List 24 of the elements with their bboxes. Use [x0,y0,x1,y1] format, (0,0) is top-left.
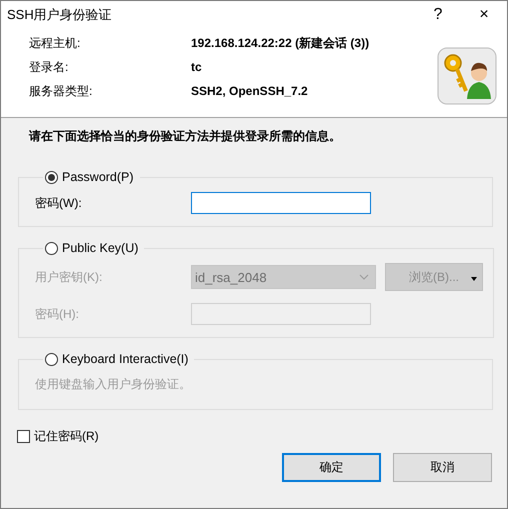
instruction-text: 请在下面选择恰当的身份验证方法并提供登录所需的信息。 [29,129,341,143]
info-value: tc [191,59,203,76]
method-label[interactable]: Password(P) [62,170,134,184]
info-label: 远程主机: [29,35,82,52]
dialog-button[interactable]: 取消 [393,453,492,482]
info-value: 192.168.124.22:22 (新建会话 (3)) [191,35,370,52]
radio-button[interactable] [45,170,58,184]
key-user-icon [437,47,497,105]
field-label: 密码(H): [35,306,80,322]
chevron-down-icon [359,274,369,280]
remember-checkbox[interactable]: 记住密码(R) [17,428,99,445]
field-label: 用户密钥(K): [35,268,104,286]
method-description: 使用键盘输入用户身份验证。 [35,376,192,393]
info-label: 服务器类型: [29,83,94,100]
window-title: SSH用户身份验证 [7,6,113,24]
info-value: SSH2, OpenSSH_7.2 [191,83,309,100]
dialog-button[interactable]: 确定 [282,453,381,482]
info-label: 登录名: [29,59,70,76]
checkbox[interactable] [17,430,30,443]
field-label: 密码(W): [35,194,83,212]
help-button[interactable]: ? [415,1,461,29]
close-button[interactable]: × [461,1,507,29]
caret-icon [471,277,477,281]
password-field[interactable] [191,192,371,214]
